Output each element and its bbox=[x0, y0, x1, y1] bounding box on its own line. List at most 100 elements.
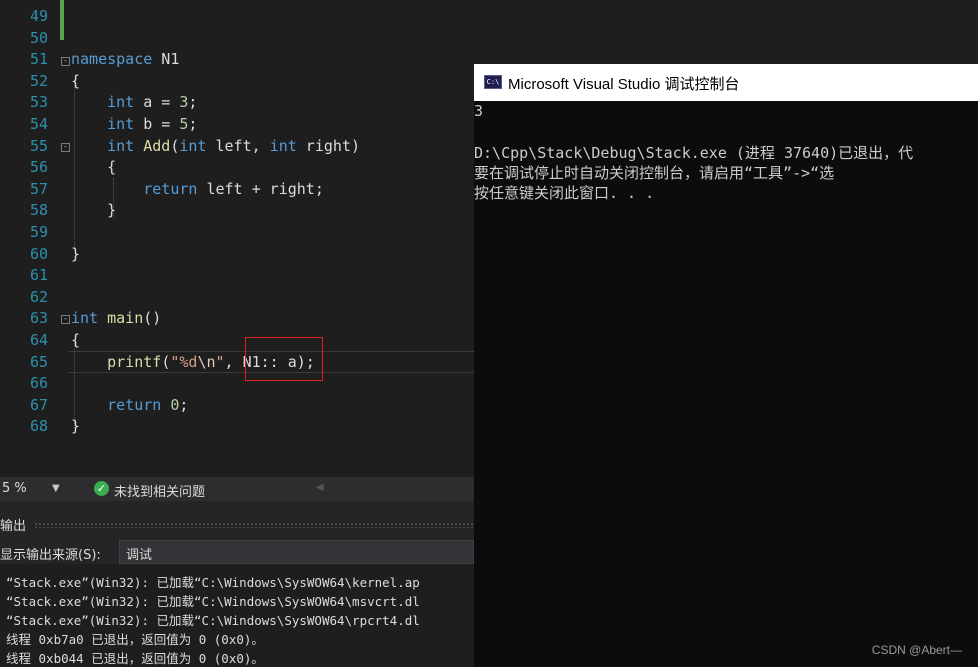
code-line[interactable]: 54 int b = 5; bbox=[0, 113, 474, 135]
code-line[interactable]: 68} bbox=[0, 415, 474, 437]
console-titlebar[interactable]: C:\ Microsoft Visual Studio 调试控制台 bbox=[474, 64, 978, 101]
fold-toggle-namespace[interactable]: - bbox=[61, 57, 70, 66]
line-number: 50 bbox=[29, 28, 48, 47]
code-text[interactable]: namespace N1 bbox=[71, 48, 179, 70]
code-token: int bbox=[107, 93, 135, 112]
code-line[interactable]: 64 { bbox=[0, 329, 474, 351]
console-title: Microsoft Visual Studio 调试控制台 bbox=[508, 76, 740, 93]
code-line[interactable]: 50 bbox=[0, 27, 474, 49]
editor-status-bar: 5 % ▼ ✓ 未找到相关问题 ◀ bbox=[0, 477, 474, 501]
code-line[interactable]: 60} bbox=[0, 243, 474, 265]
output-source-label: 显示输出来源(S): bbox=[0, 548, 101, 563]
scroll-left-icon[interactable]: ◀ bbox=[316, 482, 324, 493]
code-text[interactable]: int a = 3; bbox=[71, 91, 197, 113]
line-number: 53 bbox=[29, 93, 48, 112]
code-token: int bbox=[269, 136, 297, 155]
console-line: 按任意键关闭此窗口. . . bbox=[474, 184, 655, 202]
code-line[interactable]: 62 bbox=[0, 286, 474, 308]
check-circle-icon: ✓ bbox=[94, 481, 109, 496]
output-source-select[interactable]: 调试 bbox=[119, 540, 474, 564]
code-text[interactable]: { bbox=[71, 156, 116, 178]
code-line[interactable]: 56 { bbox=[0, 156, 474, 178]
code-line[interactable]: 65 printf("%d\n", N1:: a); bbox=[0, 351, 474, 373]
fold-toggle-add[interactable]: - bbox=[61, 143, 70, 152]
code-token: { bbox=[71, 158, 117, 177]
output-log-line: “Stack.exe”(Win32): 已加载“C:\Windows\SysWO… bbox=[6, 613, 420, 628]
code-text[interactable]: } bbox=[71, 199, 116, 221]
line-number: 65 bbox=[29, 352, 48, 371]
code-token: N1 bbox=[152, 50, 180, 69]
code-line[interactable]: 55 int Add(int left, int right) bbox=[0, 135, 474, 157]
code-line[interactable]: 52 { bbox=[0, 70, 474, 92]
output-log-line: “Stack.exe”(Win32): 已加载“C:\Windows\SysWO… bbox=[6, 594, 420, 609]
output-log-line: 线程 0xb044 已退出，返回值为 0 (0x0)。 bbox=[6, 651, 264, 666]
annotation-highlight-box bbox=[245, 337, 323, 381]
line-number: 64 bbox=[29, 331, 48, 349]
code-line[interactable]: 53 int a = 3; bbox=[0, 91, 474, 113]
code-text[interactable]: int main() bbox=[71, 307, 161, 329]
console-line: 要在调试停止时自动关闭控制台，请启用“工具”->“选 bbox=[474, 164, 835, 182]
console-output[interactable]: 3 D:\Cpp\Stack\Debug\Stack.exe (进程 37640)… bbox=[474, 101, 978, 667]
chevron-down-icon[interactable]: ▼ bbox=[52, 483, 60, 494]
code-token: } bbox=[71, 244, 81, 263]
watermark: CSDN @Abert— bbox=[871, 643, 962, 657]
code-editor[interactable]: 49 50 51 namespace N1 52{53 int a = 3; 54 int… bbox=[0, 0, 474, 476]
line-number: 66 bbox=[29, 374, 48, 393]
line-number: 56 bbox=[29, 158, 48, 177]
code-token: int bbox=[71, 309, 99, 328]
code-token: return bbox=[143, 179, 198, 198]
code-line[interactable]: 67 return 0; bbox=[0, 394, 474, 416]
code-text[interactable]: { bbox=[71, 329, 80, 351]
code-text[interactable]: int Add(int left, int right) bbox=[71, 135, 360, 157]
code-token: return bbox=[107, 395, 162, 414]
output-log[interactable]: “Stack.exe”(Win32): 已加载“C:\Windows\SysWO… bbox=[0, 564, 474, 667]
code-token: } bbox=[71, 417, 81, 436]
line-number: 61 bbox=[29, 266, 48, 285]
fold-toggle-main[interactable]: - bbox=[61, 315, 70, 324]
panel-grip[interactable] bbox=[34, 522, 474, 528]
code-text[interactable]: return left + right; bbox=[71, 178, 324, 200]
code-line[interactable]: 66 bbox=[0, 372, 474, 394]
code-line[interactable]: 49 bbox=[0, 5, 474, 27]
code-line[interactable]: 59 bbox=[0, 221, 474, 243]
console-line: 3 bbox=[474, 102, 484, 120]
code-line[interactable]: 63 int main() bbox=[0, 307, 474, 329]
code-token: left + right; bbox=[197, 179, 324, 198]
line-number: 58 bbox=[29, 201, 48, 220]
code-text[interactable]: } bbox=[71, 415, 80, 437]
code-token: { bbox=[71, 71, 81, 90]
line-number: 57 bbox=[29, 179, 48, 198]
code-token: \n bbox=[197, 352, 216, 371]
code-line[interactable]: 58 } bbox=[0, 199, 474, 221]
zoom-level[interactable]: 5 % bbox=[2, 481, 27, 496]
console-line: D:\Cpp\Stack\Debug\Stack.exe (进程 37640)已… bbox=[474, 144, 914, 162]
debug-console-window[interactable]: C:\ Microsoft Visual Studio 调试控制台 3 D:\Cp… bbox=[474, 64, 978, 667]
code-text[interactable]: return 0; bbox=[71, 394, 188, 416]
line-number: 59 bbox=[29, 223, 48, 241]
code-token: left, bbox=[206, 136, 270, 155]
code-line[interactable]: 51 namespace N1 bbox=[0, 48, 474, 70]
code-token: int bbox=[179, 136, 207, 155]
code-line[interactable]: 61 bbox=[0, 264, 474, 286]
code-token: b = bbox=[134, 115, 180, 133]
line-number: 68 bbox=[29, 417, 48, 436]
code-text[interactable]: { bbox=[71, 70, 80, 92]
code-text[interactable]: } bbox=[71, 243, 80, 265]
code-line[interactable]: 57 return left + right; bbox=[0, 178, 474, 200]
code-text[interactable]: int b = 5; bbox=[71, 113, 197, 135]
code-token: { bbox=[71, 331, 81, 349]
code-token: main bbox=[107, 309, 144, 328]
line-number: 67 bbox=[29, 395, 48, 414]
output-log-line: 线程 0xb7a0 已退出，返回值为 0 (0x0)。 bbox=[6, 632, 264, 647]
issues-status[interactable]: 未找到相关问题 bbox=[114, 481, 205, 500]
console-app-icon: C:\ bbox=[484, 75, 502, 89]
line-number: 54 bbox=[29, 115, 48, 133]
line-number: 51 bbox=[29, 50, 48, 69]
line-number: 52 bbox=[29, 71, 48, 90]
